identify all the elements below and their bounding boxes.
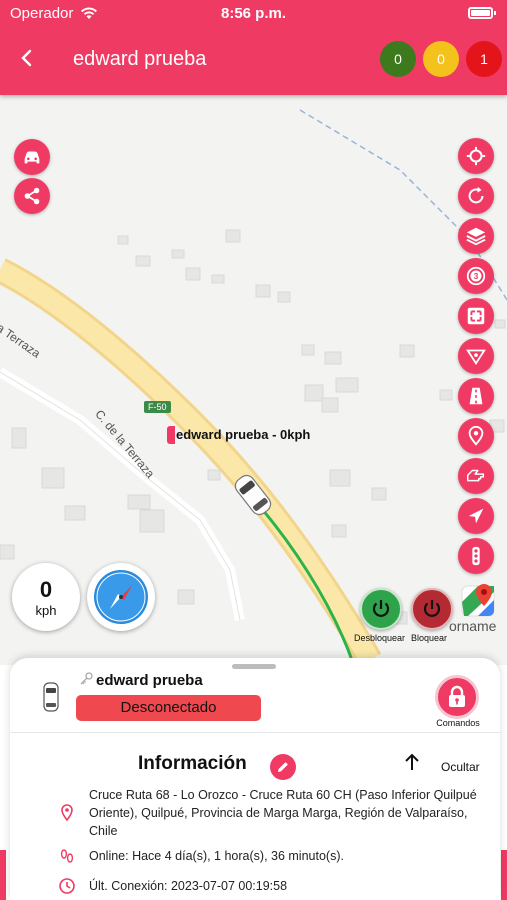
divider [10, 732, 500, 733]
car-icon [24, 151, 40, 164]
crosshair-icon [466, 146, 486, 166]
navigate-icon [468, 508, 484, 524]
vehicle-map-label: edward prueba - 0kph [176, 427, 311, 442]
traffic-light-icon [472, 546, 480, 566]
pin-button[interactable] [458, 418, 494, 454]
commands-button[interactable] [435, 675, 479, 719]
status-badge: Desconectado [76, 695, 261, 721]
locate-button[interactable] [458, 138, 494, 174]
google-maps-button[interactable] [458, 580, 498, 620]
side-accent [501, 850, 507, 900]
layers-icon [466, 227, 486, 246]
counter-red[interactable]: 1 [466, 41, 502, 77]
back-button[interactable] [12, 44, 42, 74]
vehicle-name: edward prueba [96, 672, 203, 689]
hand-point-button[interactable] [458, 458, 494, 494]
fit-screen-icon [467, 307, 485, 325]
lock-icon [449, 685, 465, 707]
map-view[interactable]: la Terraza C. de la Terraza F-50 edward … [0, 95, 507, 665]
vehicle-list-button[interactable] [14, 139, 50, 175]
hide-button[interactable]: Ocultar [441, 760, 480, 774]
google-maps-icon [461, 584, 495, 617]
sheet-drag-handle[interactable] [232, 664, 276, 669]
road-badge: F-50 [144, 401, 171, 413]
pin-icon [468, 425, 484, 446]
battery-icon [468, 7, 496, 19]
location-pin-icon [61, 804, 73, 821]
refresh-button[interactable] [458, 178, 494, 214]
side-accent [0, 850, 6, 900]
unlock-button[interactable] [360, 588, 402, 630]
clock-icon [59, 878, 75, 894]
svg-text:3: 3 [474, 272, 479, 281]
info-title: Información [138, 753, 247, 774]
compass-icon [94, 570, 148, 624]
power-icon [423, 600, 441, 617]
app-header: Operador 8:56 p.m. edward prueba 0 0 1 [0, 0, 507, 95]
online-text: Online: Hace 4 día(s), 1 hora(s), 36 min… [89, 849, 344, 863]
arrow-up-icon[interactable] [404, 752, 420, 778]
power-icon [372, 600, 390, 617]
road-icon [469, 387, 483, 405]
geofence-button[interactable] [458, 338, 494, 374]
edit-icon [278, 762, 288, 772]
geofence-icon [466, 349, 486, 366]
counter-green[interactable]: 0 [380, 41, 416, 77]
fit-screen-button[interactable] [458, 298, 494, 334]
hand-point-icon [467, 469, 485, 482]
address-text: Cruce Ruta 68 - Lo Orozco - Cruce Ruta 6… [89, 788, 477, 838]
speed-gauge: 0 kph [12, 563, 80, 631]
map-corner-text: orname [449, 618, 497, 634]
share-button[interactable] [14, 178, 50, 214]
edit-button[interactable] [270, 754, 296, 780]
lock-label: Bloquear [411, 633, 448, 643]
layers-button[interactable] [458, 218, 494, 254]
refresh-icon [468, 186, 484, 204]
footprints-icon [60, 849, 74, 863]
compass[interactable] [87, 563, 155, 631]
speed-value: 0 [39, 577, 53, 602]
key-icon [80, 672, 93, 685]
last-connection-text: Últ. Conexión: 2023-07-07 00:19:58 [89, 879, 288, 893]
status-bar: Operador 8:56 p.m. [0, 0, 507, 28]
unlock-label: Desbloquear [354, 633, 406, 643]
traffic-button[interactable] [458, 538, 494, 574]
vehicle-top-icon [43, 682, 59, 712]
chevron-left-icon [21, 49, 32, 67]
commands-label: Comandos [436, 718, 480, 728]
timer-icon: 3 [466, 266, 486, 286]
timer-button[interactable]: 3 [458, 258, 494, 294]
counter-yellow[interactable]: 0 [423, 41, 459, 77]
road-button[interactable] [458, 378, 494, 414]
vehicle-label-marker [167, 426, 175, 444]
car-marker-icon[interactable] [226, 468, 280, 522]
clock: 8:56 p.m. [220, 5, 287, 22]
navigate-button[interactable] [458, 498, 494, 534]
share-icon [24, 187, 40, 205]
page-title: edward prueba [73, 48, 207, 70]
speed-unit: kph [35, 603, 57, 618]
lock-button[interactable] [411, 588, 453, 630]
